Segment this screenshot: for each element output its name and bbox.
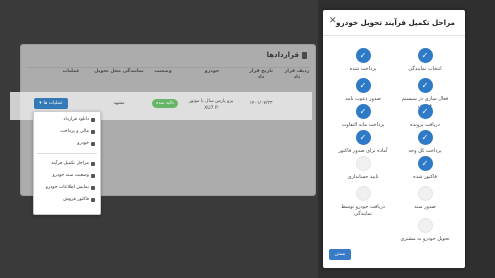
step-item: صدور سند	[395, 186, 455, 211]
step-item: ✓ پرداخت کل وجه	[395, 130, 455, 155]
car-icon	[91, 141, 95, 146]
close-button[interactable]: بستن	[329, 249, 351, 260]
pending-step-icon	[355, 186, 371, 201]
money-icon	[91, 129, 95, 134]
step-item: ✓ پرداخت شده	[333, 48, 393, 73]
actions-dropdown-button[interactable]: عملیات ها ▾	[34, 98, 68, 109]
check-icon: ✓	[355, 104, 371, 119]
menu-divider	[37, 153, 97, 154]
menu-item-finance[interactable]: مالی و پرداخت	[60, 129, 95, 134]
col-header-actions: عملیات	[62, 69, 80, 74]
step-item: ✓ دریافت پرونده	[395, 104, 455, 129]
modal-divider	[323, 35, 465, 36]
row-dealer: مشهد	[113, 101, 125, 106]
table-header: ردیف قرار داد تاریخ قرار داد خودرو وضعیت…	[10, 66, 312, 90]
page-title-wrap: قراردادها	[267, 51, 307, 59]
menu-item-invoice[interactable]: فاکتور فروش	[63, 197, 95, 202]
check-icon: ✓	[355, 130, 371, 145]
page-title: قراردادها	[266, 51, 299, 59]
step-item: ✓ پرداخت مابه التفاوت	[333, 104, 393, 129]
menu-item-process-steps[interactable]: مراحل تکمیل فرآیند	[51, 161, 95, 166]
actions-button-label: عملیات ها	[43, 101, 63, 106]
step-item: ✓ انتخاب نمایندگی	[395, 48, 455, 73]
col-header-date: تاریخ قرار داد	[249, 69, 273, 80]
step-item: دریافت خودرو توسط نمایندگی	[333, 186, 393, 218]
close-icon[interactable]: ✕	[329, 16, 337, 26]
check-icon: ✓	[417, 156, 433, 171]
info-icon	[91, 185, 95, 190]
modal-title: مراحل تکمیل فرآیند تحویل خودرو	[336, 18, 455, 27]
step-item: ✓ فاکتور شده	[395, 156, 455, 181]
document-icon	[302, 51, 307, 59]
step-item: ✓ آماده برای صدور فاکتور	[333, 130, 393, 155]
menu-item-car-info[interactable]: نمایش اطلاعات خودرو	[46, 185, 95, 190]
row-date: ۱۴۰۱/۰۷/۲۳	[249, 101, 273, 106]
list-icon	[91, 161, 95, 166]
chevron-down-icon: ▾	[39, 101, 42, 106]
actions-menu: دانلود قرارداد مالی و پرداخت خودرو مراحل…	[33, 111, 101, 215]
menu-item-download-contract[interactable]: دانلود قرارداد	[63, 117, 95, 122]
col-header-car: خودرو	[204, 69, 220, 74]
check-icon: ✓	[417, 48, 433, 63]
check-icon: ✓	[355, 78, 371, 93]
col-header-status: وضعیت	[154, 69, 172, 74]
row-car: پژو پارس سال با موتور XU7 P	[188, 99, 234, 111]
check-icon: ✓	[417, 130, 433, 145]
pending-step-icon	[355, 156, 371, 171]
process-steps-modal: مراحل تکمیل فرآیند تحویل خودرو ✕ ✓ انتخا…	[323, 10, 465, 268]
status-badge: تاکید شده	[152, 99, 178, 108]
step-item: ✓ صدور دعوت نامه	[333, 78, 393, 103]
pending-step-icon	[417, 218, 433, 233]
invoice-icon	[91, 197, 95, 202]
check-icon: ✓	[417, 78, 433, 93]
download-icon	[91, 117, 95, 122]
background-page: قراردادها ردیف قرار داد تاریخ قرار داد خ…	[0, 0, 318, 278]
col-header-dealer: نمایندگی محل تحویل	[94, 69, 144, 74]
check-icon: ✓	[355, 48, 371, 63]
step-item: تایید حسابداری	[333, 156, 393, 181]
menu-item-document-status[interactable]: وضعیت سند خودرو	[53, 173, 95, 178]
pending-step-icon	[417, 186, 433, 201]
menu-item-car[interactable]: خودرو	[77, 141, 95, 146]
check-icon: ✓	[417, 104, 433, 119]
col-header-index: ردیف قرار داد	[284, 69, 310, 80]
file-icon	[91, 173, 95, 178]
step-item: تحویل خودرو به مشتری	[395, 218, 455, 243]
